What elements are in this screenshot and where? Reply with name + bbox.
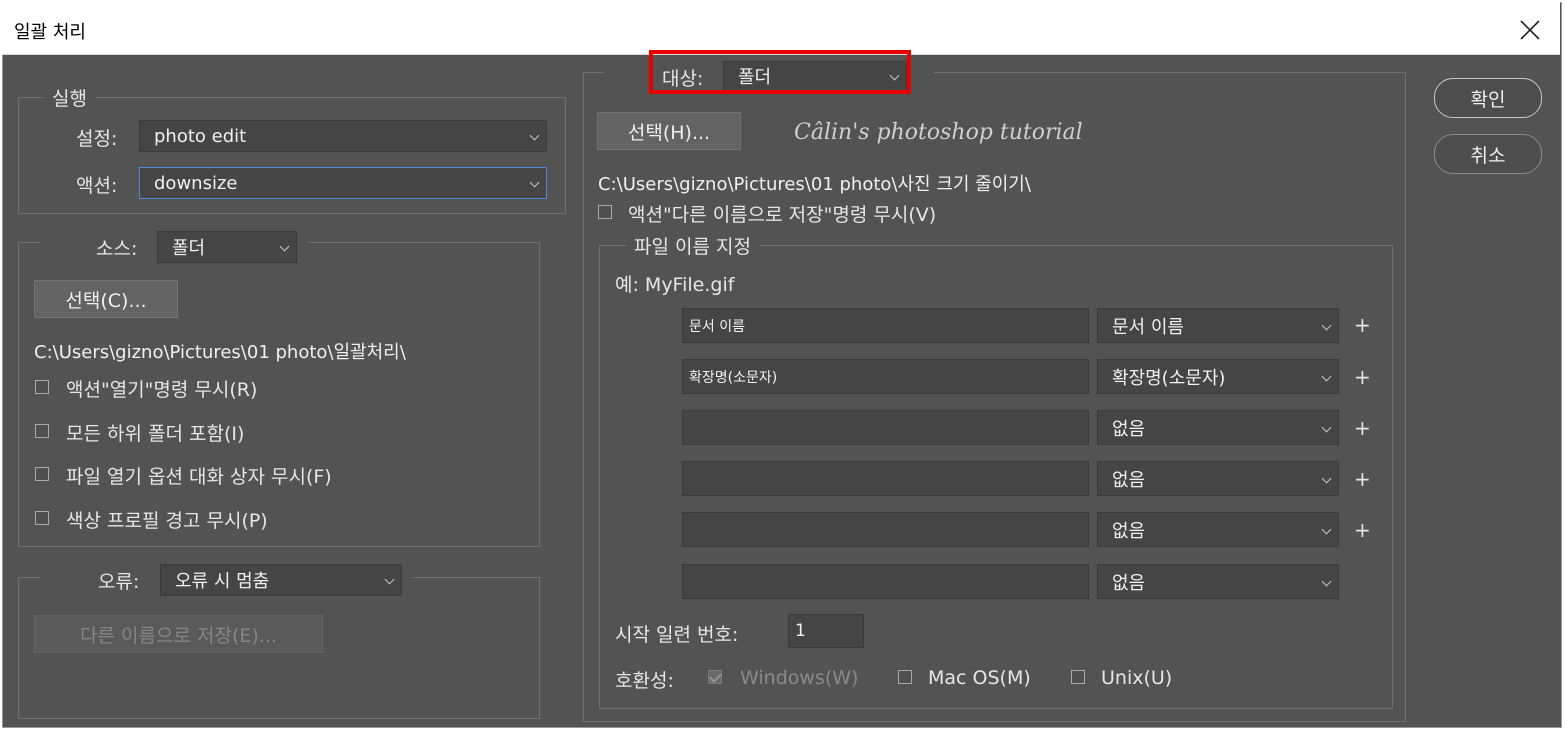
save-as-button[interactable]: 다른 이름으로 저장(E)... <box>34 615 323 653</box>
include-subfolders-label: 모든 하위 폴더 포함(I) <box>66 423 245 445</box>
naming-field-2[interactable]: 확장명(소문자) <box>682 359 1089 394</box>
naming-select-3-value: 없음 <box>1112 418 1146 440</box>
compat-label: 호환성: <box>615 670 674 692</box>
naming-select-2[interactable]: 확장명(소문자) <box>1097 359 1339 394</box>
chevron-down-icon <box>279 241 290 252</box>
suppress-open-options-label: 파일 열기 옵션 대화 상자 무시(F) <box>66 466 332 488</box>
add-row-4-button[interactable]: + <box>1354 467 1371 491</box>
chevron-down-icon <box>1321 473 1332 483</box>
errors-label: 오류: <box>98 571 140 593</box>
macos-checkbox[interactable] <box>898 670 912 684</box>
naming-select-6-value: 없음 <box>1112 572 1146 594</box>
errors-select-value: 오류 시 멈춤 <box>175 571 270 592</box>
naming-example: 예: MyFile.gif <box>615 274 735 296</box>
include-subfolders-checkbox[interactable] <box>35 424 49 438</box>
highlight-box <box>649 50 911 94</box>
source-choose-button[interactable]: 선택(C)... <box>34 280 178 318</box>
watermark-text: Câlin's photoshop tutorial <box>794 120 1083 145</box>
naming-select-6[interactable]: 없음 <box>1097 564 1339 599</box>
naming-field-6[interactable] <box>682 564 1089 599</box>
destination-path: C:\Users\gizno\Pictures\01 photo\사진 크기 줄… <box>598 174 1031 195</box>
naming-select-3[interactable]: 없음 <box>1097 410 1339 445</box>
override-save-as-checkbox[interactable] <box>598 205 612 219</box>
macos-label: Mac OS(M) <box>928 667 1031 689</box>
chevron-down-icon <box>529 177 540 188</box>
close-icon[interactable] <box>1510 10 1550 50</box>
naming-field-4[interactable] <box>682 461 1089 496</box>
chevron-down-icon <box>384 574 395 585</box>
naming-field-3[interactable] <box>682 410 1089 445</box>
naming-select-4[interactable]: 없음 <box>1097 461 1339 496</box>
unix-checkbox[interactable] <box>1071 670 1085 684</box>
add-row-1-button[interactable]: + <box>1354 313 1371 337</box>
action-select[interactable]: downsize <box>139 167 547 199</box>
source-select[interactable]: 폴더 <box>157 231 297 263</box>
set-select-value: photo edit <box>154 125 247 147</box>
action-select-value: downsize <box>154 172 238 194</box>
windows-checkbox[interactable] <box>708 670 722 684</box>
file-naming-legend: 파일 이름 지정 <box>626 232 759 259</box>
naming-select-1[interactable]: 문서 이름 <box>1097 308 1339 343</box>
add-row-3-button[interactable]: + <box>1354 416 1371 440</box>
set-select[interactable]: photo edit <box>139 120 547 152</box>
source-label: 소스: <box>96 238 138 260</box>
naming-field-5[interactable] <box>682 512 1089 547</box>
naming-select-5-value: 없음 <box>1112 520 1146 542</box>
set-label: 설정: <box>76 128 118 150</box>
chevron-down-icon <box>1321 524 1332 534</box>
source-path: C:\Users\gizno\Pictures\01 photo\일괄처리\ <box>34 342 406 363</box>
override-save-as-label: 액션"다른 이름으로 저장"명령 무시(V) <box>628 204 937 226</box>
naming-field-1[interactable]: 문서 이름 <box>682 308 1089 343</box>
chevron-down-icon <box>1321 576 1332 586</box>
chevron-down-icon <box>529 130 540 141</box>
naming-select-2-value: 확장명(소문자) <box>1112 367 1226 389</box>
serial-label: 시작 일련 번호: <box>615 624 739 646</box>
errors-select[interactable]: 오류 시 멈춤 <box>160 564 402 596</box>
chevron-down-icon <box>1321 422 1332 432</box>
ignore-open-label: 액션"열기"명령 무시(R) <box>66 379 258 401</box>
ignore-open-checkbox[interactable] <box>35 380 49 394</box>
windows-label: Windows(W) <box>740 667 859 689</box>
suppress-color-warnings-checkbox[interactable] <box>35 511 49 525</box>
window-title: 일괄 처리 <box>14 22 86 43</box>
add-row-2-button[interactable]: + <box>1354 365 1371 389</box>
chevron-down-icon <box>1321 371 1332 381</box>
action-label: 액션: <box>76 175 118 197</box>
serial-input[interactable]: 1 <box>788 614 864 648</box>
naming-select-5[interactable]: 없음 <box>1097 512 1339 547</box>
chevron-down-icon <box>1321 320 1332 330</box>
unix-label: Unix(U) <box>1101 667 1173 689</box>
run-legend: 실행 <box>44 84 95 111</box>
suppress-color-warnings-label: 색상 프로필 경고 무시(P) <box>66 510 268 532</box>
cancel-button[interactable]: 취소 <box>1434 134 1542 174</box>
suppress-open-options-checkbox[interactable] <box>35 467 49 481</box>
ok-button[interactable]: 확인 <box>1434 78 1542 118</box>
destination-choose-button[interactable]: 선택(H)... <box>597 112 741 150</box>
naming-select-4-value: 없음 <box>1112 469 1146 491</box>
title-bar <box>2 2 1560 55</box>
add-row-5-button[interactable]: + <box>1354 518 1371 542</box>
naming-select-1-value: 문서 이름 <box>1112 316 1184 338</box>
check-icon <box>709 670 722 683</box>
source-select-value: 폴더 <box>172 238 206 259</box>
